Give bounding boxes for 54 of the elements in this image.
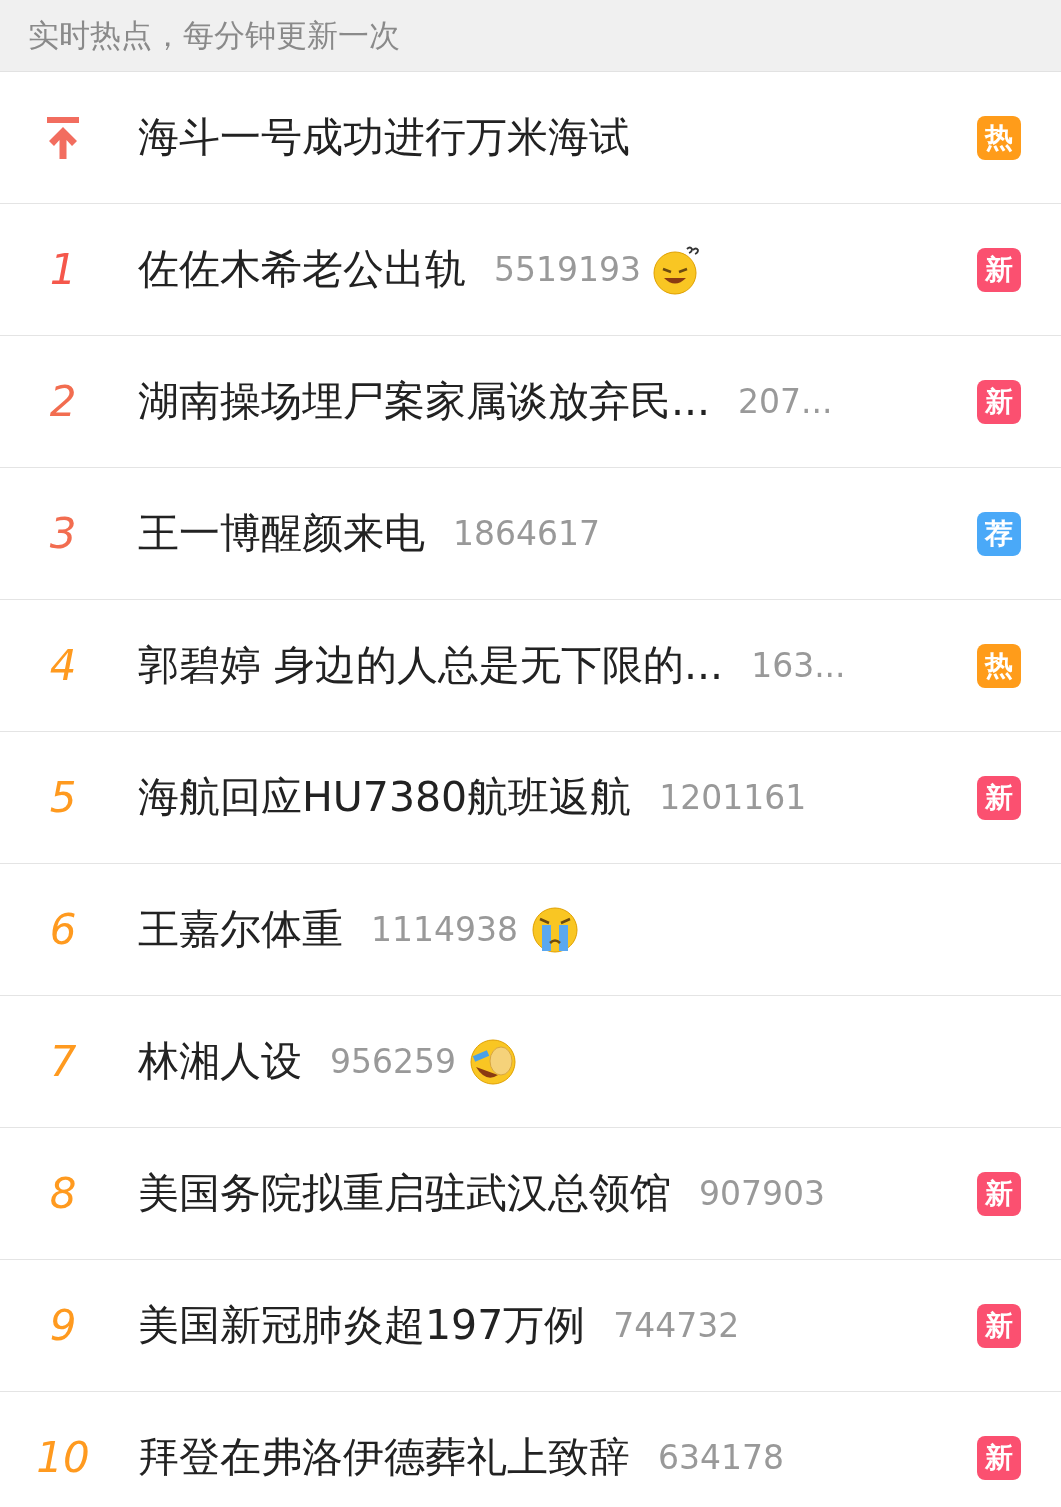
rank-number: 10 [36, 1432, 90, 1484]
hot-topic-row[interactable]: 海斗一号成功进行万米海试 热 [0, 72, 1061, 204]
rank-number: 4 [49, 640, 77, 692]
facepalm-laughing-icon [468, 1036, 518, 1087]
topic-title: 美国新冠肺炎超197万例 [138, 1299, 586, 1351]
hot-topic-row[interactable]: 10 拜登在弗洛伊德葬礼上致辞 634178 新 [0, 1392, 1061, 1507]
topic-title: 拜登在弗洛伊德葬礼上致辞 [138, 1431, 630, 1483]
hot-topic-row[interactable]: 7 林湘人设 956259 [0, 996, 1061, 1128]
topic-badge: 新 [977, 379, 1021, 424]
view-count: 1114938 [371, 908, 518, 951]
rank-number: 6 [49, 904, 77, 956]
topic-title: 王一博醒颜来电 [138, 507, 425, 559]
topic-title: 林湘人设 [138, 1035, 302, 1087]
view-count: 1201161 [659, 776, 807, 819]
topic-title: 海航回应HU7380航班返航 [138, 771, 632, 823]
view-count: 744732 [613, 1304, 740, 1347]
topic-badge: 热 [977, 115, 1021, 160]
topic-title: 王嘉尔体重 [138, 903, 343, 955]
hot-topic-row[interactable]: 5 海航回应HU7380航班返航 1201161 新 [0, 732, 1061, 864]
topic-title: 郭碧婷 身边的人总是无下限的... [138, 639, 724, 691]
topic-title: 海斗一号成功进行万米海试 [138, 111, 630, 163]
hot-topic-row[interactable]: 6 王嘉尔体重 1114938 [0, 864, 1061, 996]
rank-number: 1 [49, 244, 77, 296]
hot-topic-row[interactable]: 2 湖南操场埋尸案家属谈放弃民... 207... 新 [0, 336, 1061, 468]
rank-number: 8 [49, 1168, 77, 1220]
header-text: 实时热点，每分钟更新一次 [28, 16, 400, 56]
view-count: 956259 [330, 1040, 456, 1083]
hot-topic-row[interactable]: 8 美国务院拟重启驻武汉总领馆 907903 新 [0, 1128, 1061, 1260]
view-count: 907903 [699, 1172, 825, 1215]
view-count: 163... [751, 644, 846, 687]
topic-badge: 新 [977, 775, 1021, 820]
topic-badge: 荐 [977, 511, 1021, 556]
view-count: 207... [738, 380, 833, 423]
view-count: 1864617 [453, 512, 600, 555]
hot-topic-row[interactable]: 1 佐佐木希老公出轨 5519193 新 [0, 204, 1061, 336]
topic-badge: 新 [977, 247, 1021, 292]
rank-number: 7 [49, 1036, 77, 1088]
topic-title: 湖南操场埋尸案家属谈放弃民... [138, 375, 711, 427]
rank-number: 3 [49, 508, 77, 560]
rank-number: 9 [49, 1300, 77, 1352]
topic-badge: 新 [977, 1435, 1021, 1480]
topic-title: 佐佐木希老公出轨 [138, 243, 466, 295]
hot-topic-row[interactable]: 9 美国新冠肺炎超197万例 744732 新 [0, 1260, 1061, 1392]
topic-title: 美国务院拟重启驻武汉总领馆 [138, 1167, 671, 1219]
crying-face-icon [530, 904, 580, 955]
rank-number: 2 [49, 376, 77, 428]
topic-badge: 新 [977, 1171, 1021, 1216]
rank-number: 5 [49, 772, 77, 824]
view-count: 5519193 [494, 248, 641, 291]
view-count: 634178 [658, 1436, 784, 1479]
topic-badge: 新 [977, 1303, 1021, 1348]
hot-topic-row[interactable]: 4 郭碧婷 身边的人总是无下限的... 163... 热 [0, 600, 1061, 732]
hot-topic-row[interactable]: 3 王一博醒颜来电 1864617 荐 [0, 468, 1061, 600]
topic-badge: 热 [977, 643, 1021, 688]
